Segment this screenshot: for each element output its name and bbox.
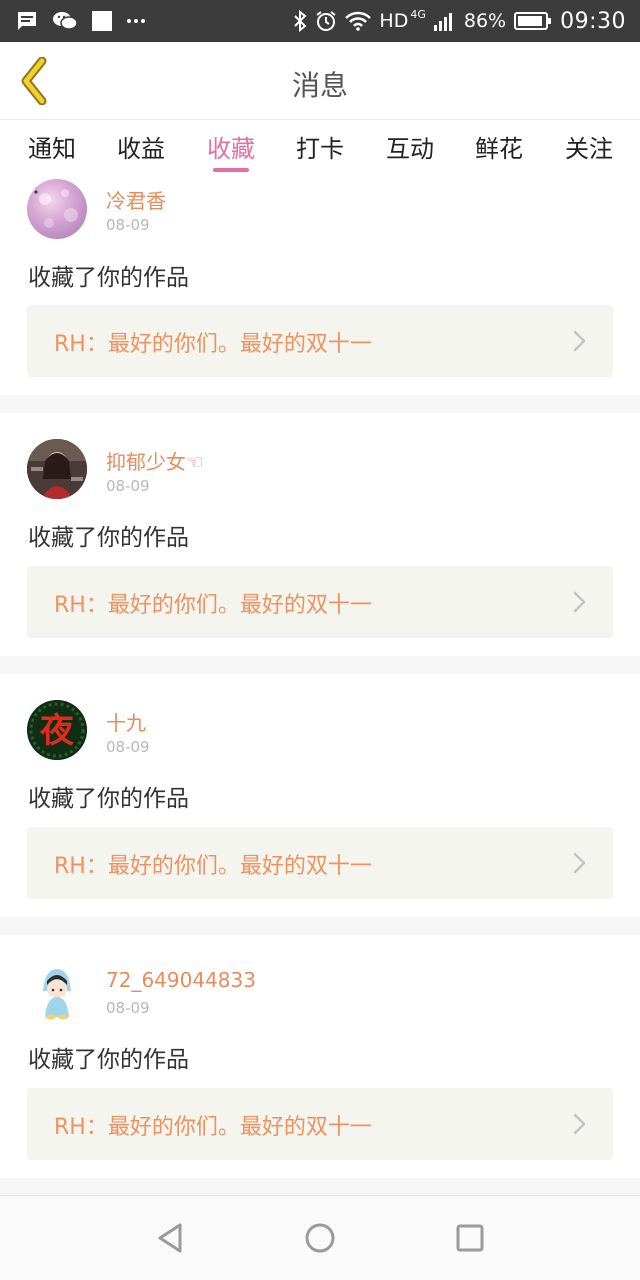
- avatar-glyph: 夜: [39, 711, 75, 751]
- page-title: 消息: [291, 69, 348, 102]
- wifi-icon: [345, 11, 372, 31]
- username[interactable]: 十九: [106, 707, 146, 736]
- wechat-icon: [52, 10, 78, 32]
- message-icon: [16, 10, 38, 32]
- triangle-back-icon: [158, 1223, 182, 1253]
- nav-home-button[interactable]: [300, 1218, 340, 1258]
- tab-flowers[interactable]: 鲜花: [464, 129, 534, 164]
- divider: [0, 395, 640, 413]
- active-tab-indicator: [213, 168, 249, 172]
- work-title: RH：最好的你们。最好的双十一: [54, 854, 372, 879]
- chevron-right-icon: [573, 591, 586, 613]
- more-dots-icon: [126, 18, 146, 24]
- work-link[interactable]: RH：最好的你们。最好的双十一: [27, 566, 613, 638]
- square-icon: [92, 11, 112, 31]
- status-right: HD 4G 86% 09:30: [293, 6, 626, 36]
- action-text: 收藏了你的作品: [28, 265, 189, 291]
- date: 08-09: [106, 216, 150, 234]
- divider: [0, 917, 640, 935]
- tab-notice[interactable]: 通知: [17, 129, 87, 164]
- signal-icon: [433, 11, 456, 31]
- square-recents-icon: [456, 1224, 484, 1252]
- status-left-icons: [16, 9, 146, 33]
- tab-checkin[interactable]: 打卡: [285, 129, 355, 164]
- tab-bar: 通知 收益 收藏 打卡 互动 鲜花 关注: [0, 121, 640, 173]
- battery-icon: [514, 11, 552, 31]
- work-title: RH：最好的你们。最好的双十一: [54, 593, 372, 618]
- work-link[interactable]: RH：最好的你们。最好的双十一: [27, 827, 613, 899]
- circle-home-icon: [305, 1223, 335, 1253]
- system-nav-bar: [0, 1195, 640, 1280]
- work-link[interactable]: RH：最好的你们。最好的双十一: [27, 1088, 613, 1160]
- list-item[interactable]: 夜 十九 08-09 收藏了你的作品 RH：最好的你们。最好的双十一: [0, 674, 640, 917]
- list-item[interactable]: 抑郁少女☜ 08-09 收藏了你的作品 RH：最好的你们。最好的双十一: [0, 413, 640, 656]
- username[interactable]: 72_649044833: [106, 968, 256, 992]
- action-text: 收藏了你的作品: [28, 525, 189, 551]
- divider: [0, 1178, 640, 1196]
- avatar[interactable]: [27, 961, 87, 1021]
- chevron-right-icon: [573, 330, 586, 352]
- work-title: RH：最好的你们。最好的双十一: [54, 1115, 372, 1140]
- clock: 09:30: [560, 8, 626, 34]
- list-item[interactable]: 72_649044833 08-09 收藏了你的作品 RH：最好的你们。最好的双…: [0, 935, 640, 1178]
- hd-label: HD: [379, 10, 409, 32]
- work-title: RH：最好的你们。最好的双十一: [54, 332, 372, 357]
- avatar[interactable]: [27, 439, 87, 499]
- chevron-right-icon: [573, 1113, 586, 1135]
- nav-back-button[interactable]: [150, 1218, 190, 1258]
- date: 08-09: [106, 738, 150, 756]
- battery-percent: 86%: [463, 10, 507, 32]
- bluetooth-icon: [293, 10, 307, 32]
- date: 08-09: [106, 477, 150, 495]
- date: 08-09: [106, 999, 150, 1017]
- status-bar: HD 4G 86% 09:30: [0, 0, 640, 42]
- title-bar: 消息: [0, 42, 640, 120]
- avatar[interactable]: 夜: [27, 700, 87, 760]
- list-item[interactable]: 冷君香 08-09 收藏了你的作品 RH：最好的你们。最好的双十一: [0, 173, 640, 395]
- tab-earnings[interactable]: 收益: [106, 129, 176, 164]
- username[interactable]: 抑郁少女☜: [106, 446, 204, 475]
- username[interactable]: 冷君香: [106, 185, 166, 214]
- alarm-icon: [315, 10, 337, 32]
- action-text: 收藏了你的作品: [28, 786, 189, 812]
- avatar[interactable]: [27, 179, 87, 239]
- network-label: 4G: [410, 7, 426, 21]
- divider: [0, 656, 640, 674]
- action-text: 收藏了你的作品: [28, 1047, 189, 1073]
- nav-recents-button[interactable]: [450, 1218, 490, 1258]
- chevron-right-icon: [573, 852, 586, 874]
- tab-interaction[interactable]: 互动: [375, 129, 445, 164]
- tab-favorites[interactable]: 收藏: [196, 129, 266, 164]
- work-link[interactable]: RH：最好的你们。最好的双十一: [27, 305, 613, 377]
- tab-follow[interactable]: 关注: [554, 129, 624, 164]
